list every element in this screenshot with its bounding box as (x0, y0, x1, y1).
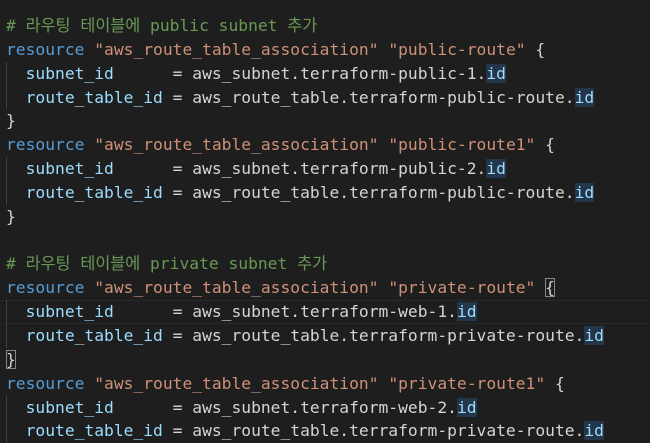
code-punctuation: { (535, 135, 555, 155)
code-punctuation: } (6, 111, 16, 131)
code-line[interactable]: subnet_id = aws_subnet.terraform-public-… (0, 157, 650, 181)
code-punctuation (379, 40, 389, 59)
code-line[interactable]: # 라우팅 테이블에 private subnet 추가 (0, 252, 650, 276)
code-line[interactable]: subnet_id = aws_subnet.terraform-web-1.i… (0, 300, 650, 324)
code-reference: aws_subnet.terraform-public-1. (192, 63, 487, 83)
code-line[interactable]: # 라우팅 테이블에 public subnet 추가 (0, 14, 650, 38)
code-reference: aws_subnet.terraform-web-2. (192, 397, 457, 417)
code-line[interactable]: resource "aws_route_table_association" "… (0, 372, 650, 396)
code-line[interactable]: route_table_id = aws_route_table.terrafo… (0, 419, 650, 443)
code-line[interactable]: subnet_id = aws_subnet.terraform-public-… (0, 61, 650, 86)
code-line[interactable]: route_table_id = aws_route_table.terrafo… (0, 85, 650, 110)
code-attribute: subnet_id (25, 63, 114, 83)
code-line[interactable]: route_table_id = aws_route_table.terrafo… (0, 180, 650, 205)
code-line[interactable]: subnet_id = aws_subnet.terraform-web-2.i… (0, 395, 650, 420)
code-punctuation: = (113, 302, 193, 322)
code-comment: # 라우팅 테이블에 private subnet 추가 (6, 254, 328, 274)
code-reference: aws_route_table.terraform-private-route. (192, 421, 585, 441)
code-string: "private-route1" (388, 373, 546, 393)
code-editor[interactable]: # 라우팅 테이블에 public subnet 추가 resource "aws… (0, 14, 650, 443)
indent-guide (6, 419, 7, 443)
code-punctuation: = (113, 63, 193, 83)
matched-bracket: { (545, 278, 555, 298)
code-punctuation: = (113, 159, 193, 179)
code-reference: aws_subnet.terraform-web-1. (192, 302, 457, 322)
code-id-token: id (486, 63, 506, 83)
code-reference: aws_route_table.terraform-private-route. (192, 325, 585, 345)
code-punctuation (6, 183, 26, 202)
code-punctuation (6, 421, 26, 440)
code-punctuation (379, 278, 389, 297)
indent-guide (6, 180, 7, 205)
code-punctuation (535, 278, 545, 297)
code-reference: aws_route_table.terraform-public-route. (192, 87, 575, 107)
code-id-token: id (584, 421, 604, 441)
code-id-token: id (584, 325, 604, 345)
code-keyword: resource (6, 373, 85, 393)
code-string: "private-route" (388, 278, 536, 298)
code-line[interactable]: resource "aws_route_table_association" "… (0, 133, 650, 157)
code-string: "aws_route_table_association" (94, 135, 379, 155)
code-punctuation: { (545, 373, 565, 393)
code-punctuation: = (162, 421, 193, 441)
code-punctuation: } (6, 206, 16, 226)
code-id-token: id (574, 87, 595, 107)
code-attribute: route_table_id (25, 325, 163, 345)
matched-bracket: } (6, 349, 16, 369)
indent-guide (6, 61, 7, 86)
code-punctuation (6, 88, 26, 107)
code-punctuation (6, 326, 26, 345)
code-line[interactable]: resource "aws_route_table_association" "… (0, 38, 650, 62)
code-punctuation: = (113, 397, 193, 417)
code-punctuation (379, 135, 389, 154)
code-line[interactable]: } (0, 348, 650, 372)
code-string: "aws_route_table_association" (94, 39, 379, 59)
code-punctuation (6, 398, 26, 417)
code-attribute: subnet_id (25, 302, 114, 322)
code-keyword: resource (6, 278, 85, 298)
code-punctuation: = (162, 87, 193, 107)
code-string: "aws_route_table_association" (94, 278, 379, 298)
code-reference: aws_route_table.terraform-public-route. (192, 182, 575, 202)
code-id-token: id (456, 302, 477, 322)
code-string: "aws_route_table_association" (94, 373, 379, 393)
code-punctuation (6, 64, 26, 83)
code-punctuation (84, 40, 94, 59)
code-comment: # 라우팅 테이블에 public subnet 추가 (6, 16, 318, 35)
indent-guide (6, 157, 7, 181)
code-id-token: id (486, 159, 506, 179)
code-string: "public-route1" (388, 135, 536, 155)
code-punctuation (84, 374, 94, 393)
code-attribute: route_table_id (25, 182, 163, 202)
indent-guide (6, 300, 7, 324)
code-line[interactable]: route_table_id = aws_route_table.terrafo… (0, 323, 650, 348)
code-line[interactable]: ​ (0, 229, 650, 253)
code-punctuation (6, 159, 26, 178)
code-line[interactable]: } (0, 205, 650, 229)
code-attribute: route_table_id (25, 87, 163, 107)
code-attribute: route_table_id (25, 421, 163, 441)
indent-guide (6, 323, 7, 348)
code-punctuation (84, 278, 94, 297)
code-punctuation: { (525, 39, 546, 59)
indent-guide (6, 85, 7, 110)
indent-guide (6, 395, 7, 420)
code-reference: aws_subnet.terraform-public-2. (192, 159, 487, 179)
code-id-token: id (574, 182, 595, 202)
code-punctuation (6, 302, 26, 321)
code-attribute: subnet_id (25, 397, 114, 417)
code-punctuation (84, 135, 94, 154)
code-punctuation: = (162, 325, 193, 345)
code-punctuation (379, 374, 389, 393)
code-string: "public-route" (388, 39, 526, 59)
code-line[interactable]: resource "aws_route_table_association" "… (0, 276, 650, 300)
code-keyword: resource (6, 135, 85, 155)
code-id-token: id (456, 397, 477, 417)
code-attribute: subnet_id (25, 159, 114, 179)
code-punctuation: = (162, 182, 193, 202)
code-keyword: resource (6, 39, 85, 59)
code-line[interactable]: } (0, 109, 650, 133)
